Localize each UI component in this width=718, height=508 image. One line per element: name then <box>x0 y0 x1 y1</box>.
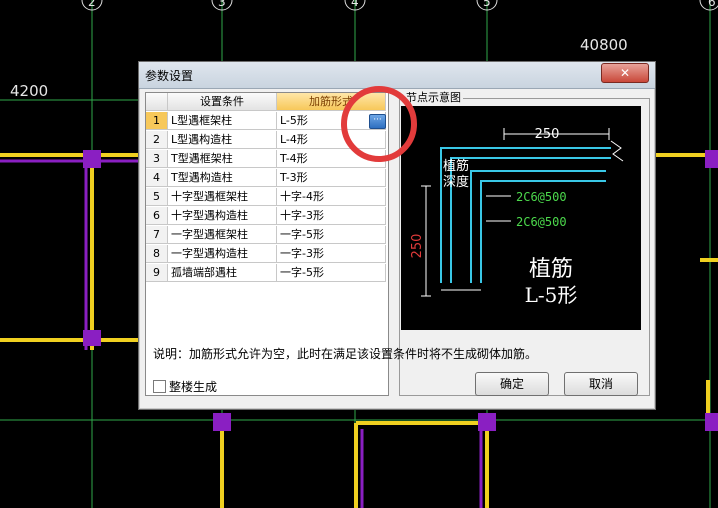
table-row[interactable]: 5 十字型遇框架柱 十字-4形 <box>146 188 386 207</box>
header-condition[interactable]: 设置条件 <box>168 93 277 111</box>
row-form[interactable]: 十字-3形 <box>277 207 386 225</box>
depth-label-line2: 深度 <box>443 174 469 190</box>
table-row[interactable]: 8 一字型遇构造柱 一字-3形 <box>146 245 386 264</box>
axis-label-4: 4 <box>351 0 359 9</box>
close-button[interactable]: ✕ <box>601 63 649 83</box>
table-row[interactable]: 6 十字型遇构造柱 十字-3形 <box>146 207 386 226</box>
table-row[interactable]: 7 一字型遇框架柱 一字-5形 <box>146 226 386 245</box>
node-diagram-canvas: 250 250 植筋 深度 2C6@500 2C6@500 植筋 L-5形 <box>401 106 641 330</box>
whole-building-checkbox[interactable] <box>153 380 166 393</box>
row-number: 4 <box>146 169 168 187</box>
table-row[interactable]: 9 孤墙端部遇柱 一字-5形 <box>146 264 386 283</box>
axis-label-3: 3 <box>218 0 226 9</box>
diagram-title-line2: L-5形 <box>525 283 578 307</box>
dimension-top-right: 40800 <box>580 36 628 54</box>
table-row[interactable]: 4 T型遇构造柱 T-3形 <box>146 169 386 188</box>
close-icon: ✕ <box>619 66 631 80</box>
axis-label-6: 6 <box>708 0 716 9</box>
node-diagram-svg: 250 250 植筋 深度 2C6@500 2C6@500 植筋 L-5形 <box>410 127 624 307</box>
dimension-left-text: 250 <box>410 234 425 259</box>
rebar-annotation-2: 2C6@500 <box>516 215 567 229</box>
depth-label-line1: 植筋 <box>443 158 469 174</box>
row-number: 7 <box>146 226 168 244</box>
row-number: 3 <box>146 150 168 168</box>
cancel-button[interactable]: 取消 <box>564 372 638 396</box>
row-form[interactable]: 十字-4形 <box>277 188 386 206</box>
row-number: 1 <box>146 112 168 130</box>
row-number: 9 <box>146 264 168 282</box>
row-number: 5 <box>146 188 168 206</box>
row-form[interactable]: 一字-5形 <box>277 264 386 282</box>
row-condition[interactable]: L型遇框架柱 <box>168 112 277 130</box>
row-condition[interactable]: 十字型遇构造柱 <box>168 207 277 225</box>
row-condition[interactable]: 一字型遇构造柱 <box>168 245 277 263</box>
row-number: 6 <box>146 207 168 225</box>
row-condition[interactable]: T型遇框架柱 <box>168 150 277 168</box>
diagram-title-line1: 植筋 <box>529 257 573 282</box>
table-row[interactable]: 3 T型遇框架柱 T-4形 <box>146 150 386 169</box>
row-condition[interactable]: L型遇构造柱 <box>168 131 277 149</box>
row-number: 8 <box>146 245 168 263</box>
dimension-left: 4200 <box>10 82 49 100</box>
node-diagram-label: 节点示意图 <box>404 89 463 105</box>
row-condition[interactable]: 孤墙端部遇柱 <box>168 264 277 282</box>
ok-button[interactable]: 确定 <box>475 372 549 396</box>
whole-building-label[interactable]: 整楼生成 <box>169 378 217 395</box>
hint-text: 说明：加筋形式允许为空，此时在满足该设置条件时将不生成砌体加筋。 <box>153 347 538 361</box>
axis-label-5: 5 <box>483 0 491 9</box>
row-form[interactable]: 一字-3形 <box>277 245 386 263</box>
rebar-annotation-1: 2C6@500 <box>516 190 567 204</box>
header-num <box>146 93 168 111</box>
dialog-titlebar[interactable]: 参数设置 ✕ <box>139 62 655 89</box>
row-number: 2 <box>146 131 168 149</box>
row-condition[interactable]: 一字型遇框架柱 <box>168 226 277 244</box>
dimension-top-text: 250 <box>535 127 560 142</box>
row-condition[interactable]: T型遇构造柱 <box>168 169 277 187</box>
row-condition[interactable]: 十字型遇框架柱 <box>168 188 277 206</box>
row-form[interactable]: 一字-5形 <box>277 226 386 244</box>
row-form[interactable]: T-3形 <box>277 169 386 187</box>
dialog-title: 参数设置 <box>145 69 194 83</box>
highlight-circle-annotation <box>341 86 417 162</box>
axis-label-2: 2 <box>88 0 96 9</box>
